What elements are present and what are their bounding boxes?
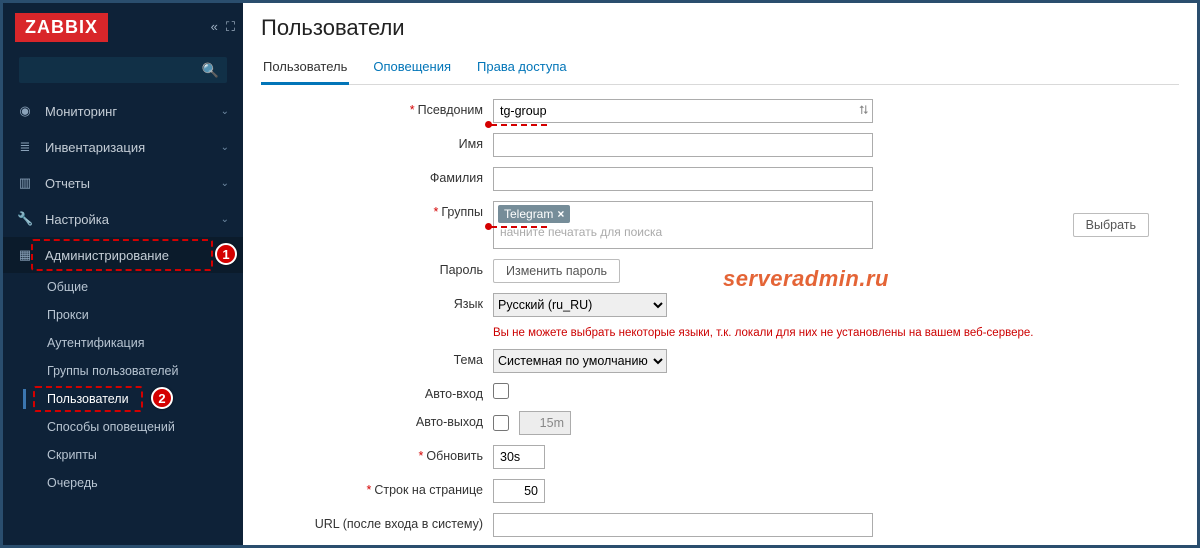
autologout-input xyxy=(519,411,571,435)
name-input[interactable] xyxy=(493,133,873,157)
sidebar-label: Отчеты xyxy=(45,176,90,191)
sidebar-sub-users[interactable]: Пользователи 2 xyxy=(3,385,243,413)
eye-icon: ◉ xyxy=(17,103,33,119)
list-icon: ≣ xyxy=(17,139,33,155)
chevron-down-icon: ⌄ xyxy=(221,178,229,189)
change-password-button[interactable]: Изменить пароль xyxy=(493,259,620,283)
sidebar-label: Настройка xyxy=(45,212,109,227)
sidebar-sub-auth[interactable]: Аутентификация xyxy=(3,329,243,357)
sidebar-item-inventory[interactable]: ≣ Инвентаризация ⌄ xyxy=(3,129,243,165)
chevron-down-icon: ⌄ xyxy=(221,106,229,117)
sidebar-item-administration[interactable]: ▦ Администрирование ⌄ 1 xyxy=(3,237,243,273)
chevron-down-icon: ⌄ xyxy=(221,142,229,153)
label-name: Имя xyxy=(459,137,483,151)
label-surname: Фамилия xyxy=(430,171,483,185)
sidebar-sub-general[interactable]: Общие xyxy=(3,273,243,301)
search-input[interactable]: 🔍 xyxy=(19,57,227,83)
label-refresh: Обновить xyxy=(426,449,483,463)
chevron-down-icon: ⌄ xyxy=(221,214,229,225)
sidebar-label: Администрирование xyxy=(45,248,169,263)
collapse-icon[interactable]: « xyxy=(211,19,218,35)
sidebar-label: Инвентаризация xyxy=(45,140,145,155)
group-chip[interactable]: Telegram × xyxy=(498,205,570,223)
page-title: Пользователи xyxy=(261,15,1179,41)
sidebar-sub-scripts[interactable]: Скрипты xyxy=(3,441,243,469)
sidebar-sub-mediatypes[interactable]: Способы оповещений xyxy=(3,413,243,441)
rows-input[interactable] xyxy=(493,479,545,503)
tab-media[interactable]: Оповещения xyxy=(371,53,453,84)
surname-input[interactable] xyxy=(493,167,873,191)
label-autologin: Авто-вход xyxy=(425,387,483,401)
gear-icon: ▦ xyxy=(17,247,33,263)
sidebar: ZABBIX « ⛶ 🔍 ◉ Мониторинг ⌄ ≣ Инвентариз… xyxy=(3,3,243,545)
label-lang: Язык xyxy=(454,297,483,311)
chip-label: Telegram xyxy=(504,207,553,221)
annotation-badge-1: 1 xyxy=(215,243,237,265)
sidebar-item-monitoring[interactable]: ◉ Мониторинг ⌄ xyxy=(3,93,243,129)
label-alias: Псевдоним xyxy=(418,103,483,117)
sidebar-sub-usergroups[interactable]: Группы пользователей xyxy=(3,357,243,385)
chart-icon: ▥ xyxy=(17,175,33,191)
search-icon: 🔍 xyxy=(202,62,219,79)
label-password: Пароль xyxy=(440,263,483,277)
label-url: URL (после входа в систему) xyxy=(315,517,483,531)
autologout-checkbox[interactable] xyxy=(493,415,509,431)
groups-placeholder: начните печатать для поиска xyxy=(498,223,868,239)
label-groups: Группы xyxy=(441,205,483,219)
theme-select[interactable]: Системная по умолчанию xyxy=(493,349,667,373)
sidebar-sub-label: Пользователи xyxy=(47,392,129,406)
expand-icon[interactable]: ⛶ xyxy=(226,19,235,35)
caps-icon: ⮁ xyxy=(858,103,868,118)
logo: ZABBIX xyxy=(15,13,108,42)
main: Пользователи Пользователь Оповещения Пра… xyxy=(243,3,1197,545)
alias-input[interactable] xyxy=(493,99,873,123)
lang-select[interactable]: Русский (ru_RU) xyxy=(493,293,667,317)
url-input[interactable] xyxy=(493,513,873,537)
sidebar-sub-queue[interactable]: Очередь xyxy=(3,469,243,497)
sidebar-label: Мониторинг xyxy=(45,104,117,119)
autologin-checkbox[interactable] xyxy=(493,383,509,399)
refresh-input[interactable] xyxy=(493,445,545,469)
tab-user[interactable]: Пользователь xyxy=(261,53,349,85)
wrench-icon: 🔧 xyxy=(17,211,33,227)
chip-remove-icon[interactable]: × xyxy=(557,207,564,221)
sidebar-item-reports[interactable]: ▥ Отчеты ⌄ xyxy=(3,165,243,201)
sidebar-sub-proxies[interactable]: Прокси xyxy=(3,301,243,329)
label-autologout: Авто-выход xyxy=(416,415,483,429)
tabs: Пользователь Оповещения Права доступа xyxy=(261,53,1179,85)
lang-warning: Вы не можете выбрать некоторые языки, т.… xyxy=(493,327,1033,339)
sidebar-item-config[interactable]: 🔧 Настройка ⌄ xyxy=(3,201,243,237)
annotation-badge-2: 2 xyxy=(151,387,173,409)
groups-multiselect[interactable]: Telegram × начните печатать для поиска xyxy=(493,201,873,249)
tab-permissions[interactable]: Права доступа xyxy=(475,53,569,84)
label-theme: Тема xyxy=(454,353,483,367)
select-groups-button[interactable]: Выбрать xyxy=(1073,213,1149,237)
label-rows: Строк на странице xyxy=(374,483,483,497)
